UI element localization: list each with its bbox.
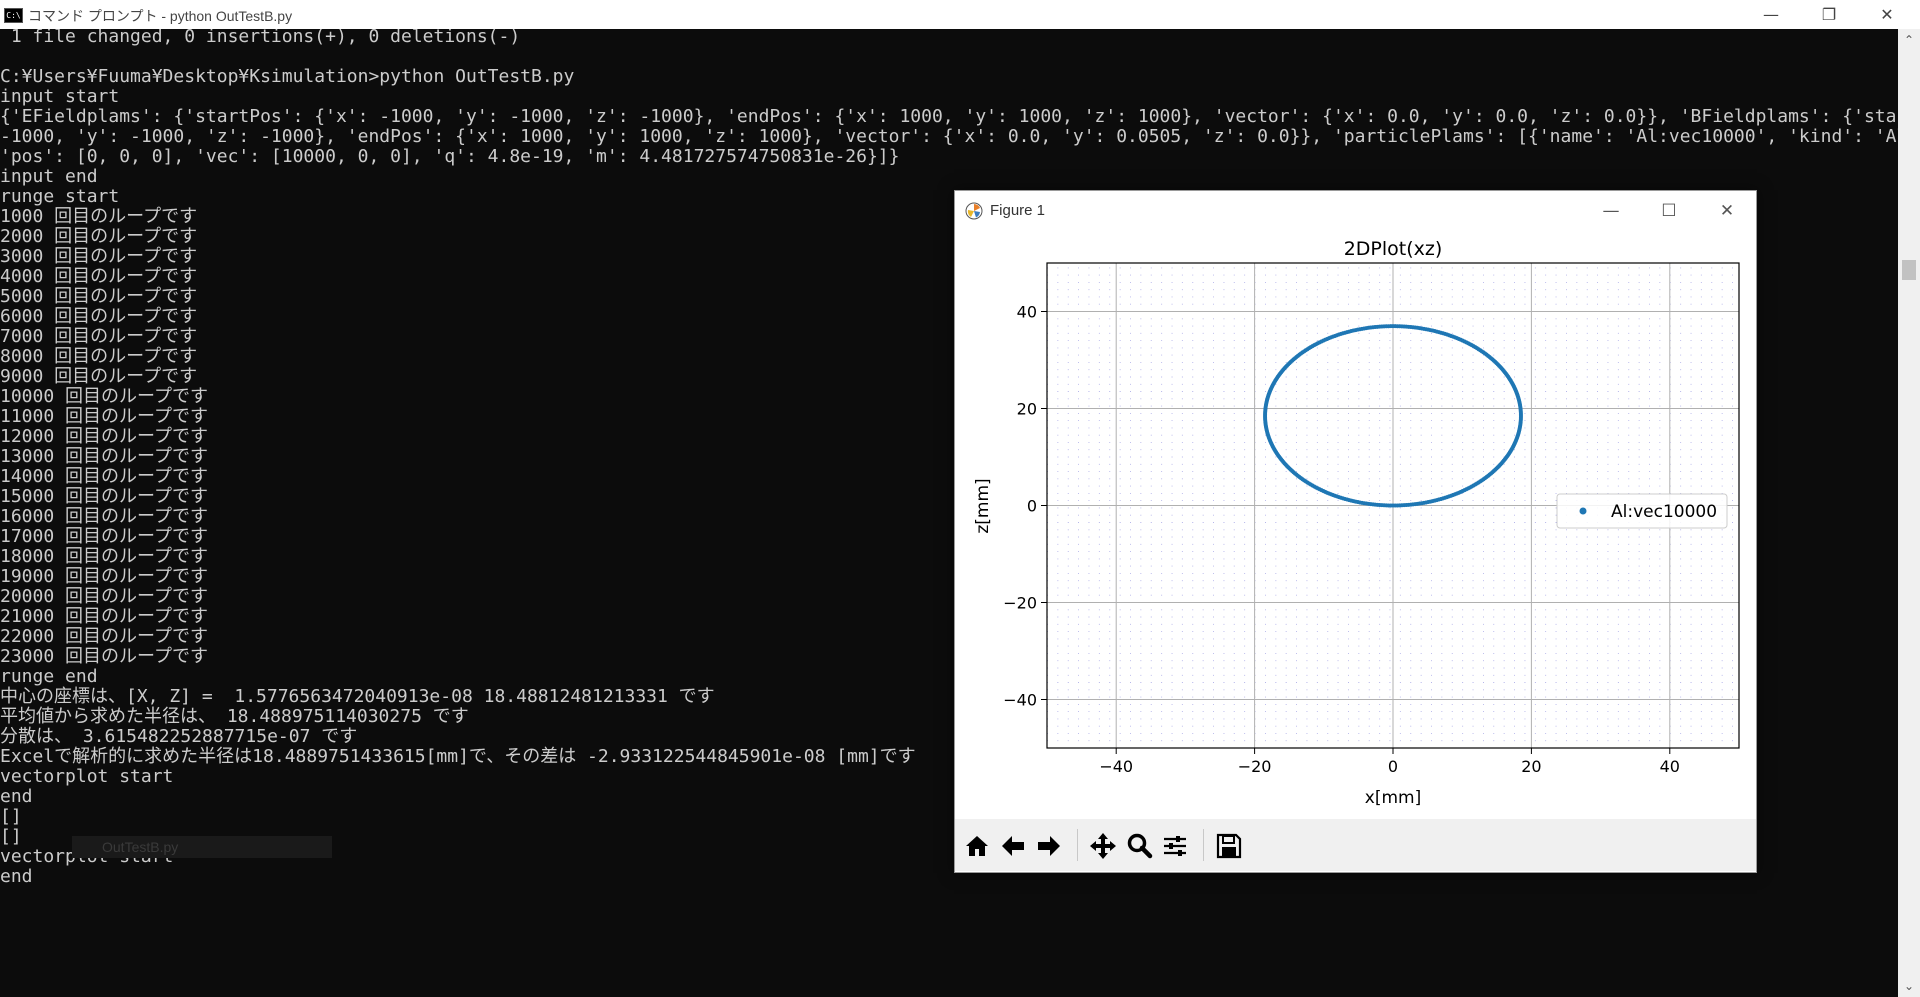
y-tick-label: 20 <box>1017 400 1037 419</box>
console-close-button[interactable]: ✕ <box>1858 0 1916 29</box>
home-icon <box>966 836 988 856</box>
figure-window: Figure 1 — ☐ ✕ −40 −20 0 20 40 −40 −20 0 20 40 2… <box>954 190 1757 873</box>
y-axis-label: z[mm] <box>973 478 993 533</box>
move-icon <box>1090 833 1116 859</box>
legend: Al:vec10000 <box>1556 493 1728 529</box>
scrollbar-thumb[interactable] <box>1902 260 1916 280</box>
console-maximize-button[interactable]: ❐ <box>1800 0 1858 29</box>
home-button[interactable] <box>959 828 995 864</box>
y-tick-label: −20 <box>1003 594 1037 613</box>
figure-maximize-button[interactable]: ☐ <box>1640 191 1698 230</box>
back-button[interactable] <box>995 828 1031 864</box>
scroll-down-icon[interactable]: ⌄ <box>1898 975 1920 997</box>
console-line: C:¥Users¥Fuuma¥Desktop¥Ksimulation>pytho… <box>0 66 575 87</box>
console-line: {'EFieldplams': {'startPos': {'x': -1000… <box>0 106 1898 127</box>
command-prompt-icon: C:\ <box>4 8 23 23</box>
zoom-button[interactable] <box>1121 828 1157 864</box>
x-tick-label: −40 <box>1099 757 1133 776</box>
console-line: input end <box>0 166 98 187</box>
console-line: 1 file changed, 0 insertions(+), 0 delet… <box>0 29 521 47</box>
x-tick-label: 0 <box>1388 757 1398 776</box>
x-axis-label: x[mm] <box>1365 788 1421 808</box>
arrow-left-icon <box>1002 836 1024 856</box>
x-tick-label: 20 <box>1521 757 1541 776</box>
x-tick-label: −20 <box>1238 757 1272 776</box>
y-tick-label: 40 <box>1017 303 1037 322</box>
y-tick-label: 0 <box>1027 497 1037 516</box>
console-line: input start <box>0 86 120 107</box>
figure-minimize-button[interactable]: — <box>1582 191 1640 230</box>
pan-button[interactable] <box>1085 828 1121 864</box>
plot-canvas[interactable]: −40 −20 0 20 40 −40 −20 0 20 40 2DPlot(xz) x[mm]… <box>955 230 1756 818</box>
save-button[interactable] <box>1211 828 1247 864</box>
y-tick-label: −40 <box>1003 691 1037 710</box>
forward-button[interactable] <box>1031 828 1067 864</box>
x-tick-label: 40 <box>1660 757 1680 776</box>
figure-close-button[interactable]: ✕ <box>1698 191 1756 230</box>
console-titlebar: C:\ コマンド プロンプト - python OutTestB.py — ❐ … <box>0 0 1920 29</box>
matplotlib-logo-icon <box>965 202 983 220</box>
figure-toolbar <box>955 819 1756 871</box>
figure-title: Figure 1 <box>990 202 1046 219</box>
sliders-icon <box>1164 836 1186 856</box>
legend-label: Al:vec10000 <box>1611 502 1717 522</box>
toolbar-separator <box>1203 829 1204 861</box>
arrow-right-icon <box>1038 836 1060 856</box>
scroll-up-icon[interactable]: ⌃ <box>1898 29 1920 51</box>
toolbar-separator <box>1077 829 1078 861</box>
magnifier-icon <box>1127 833 1153 859</box>
console-ghost-tooltip: OutTestB.py <box>72 836 332 858</box>
configure-subplots-button[interactable] <box>1157 828 1193 864</box>
chart-title: 2DPlot(xz) <box>1344 238 1443 260</box>
console-minimize-button[interactable]: — <box>1742 0 1800 29</box>
console-scrollbar[interactable]: ⌃ ⌄ <box>1898 29 1920 997</box>
floppy-disk-icon <box>1216 833 1242 859</box>
console-line: 'pos': [0, 0, 0], 'vec': [10000, 0, 0], … <box>0 146 900 167</box>
figure-titlebar: Figure 1 — ☐ ✕ <box>955 191 1756 230</box>
data-point <box>1388 503 1393 508</box>
console-title: コマンド プロンプト - python OutTestB.py <box>28 8 293 24</box>
console-line: -1000, 'y': -1000, 'z': -1000}, 'endPos'… <box>0 126 1898 147</box>
legend-marker <box>1579 507 1587 515</box>
